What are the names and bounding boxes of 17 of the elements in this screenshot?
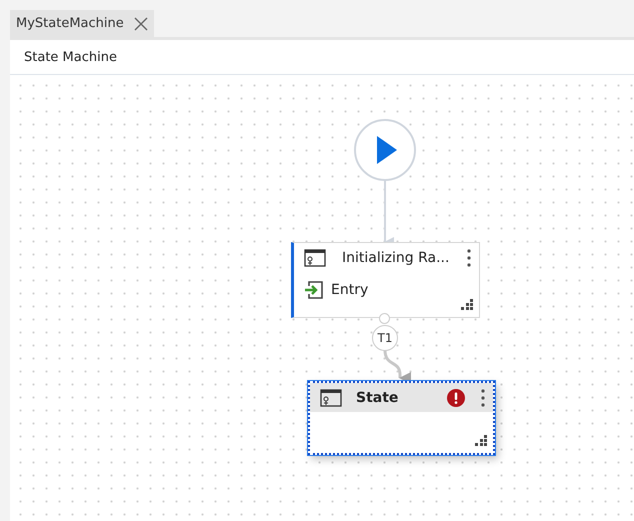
more-icon[interactable] [481, 388, 485, 406]
transition-label[interactable]: T1 [372, 325, 398, 351]
state-icon [304, 248, 326, 266]
state-title: Initializing Ra... [341, 250, 450, 266]
more-icon[interactable] [467, 248, 471, 266]
resize-grip-icon[interactable] [461, 299, 473, 311]
play-icon[interactable] [353, 118, 417, 182]
state-icon [320, 388, 342, 406]
entry-icon [304, 280, 324, 300]
close-icon[interactable] [134, 16, 148, 30]
resize-grip-icon[interactable] [475, 435, 487, 447]
state-title: State [355, 390, 400, 406]
breadcrumb: State Machine [24, 50, 117, 64]
state-node[interactable]: Initializing Ra... Entry [291, 242, 480, 318]
state-node[interactable]: State [308, 381, 495, 455]
action-label[interactable]: Entry [331, 282, 368, 298]
document-tab[interactable]: MyStateMachine [10, 10, 154, 37]
